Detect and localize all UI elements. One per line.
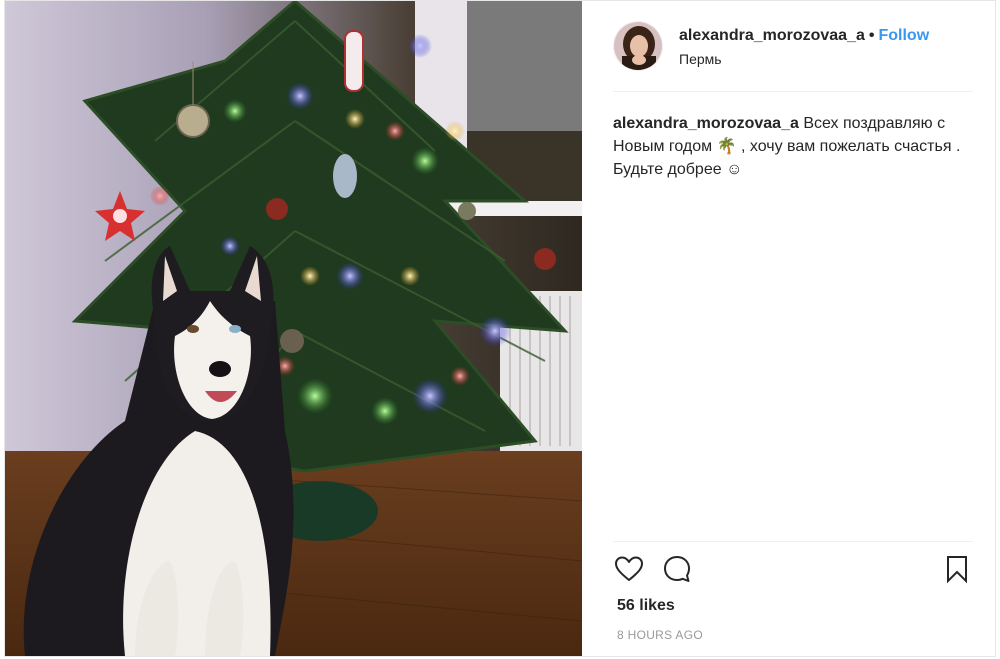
avatar[interactable] <box>613 21 663 71</box>
bookmark-icon[interactable] <box>941 553 973 585</box>
post-details-panel: alexandra_morozovaa_a • Follow Пермь alexa… <box>583 1 996 656</box>
author-username[interactable]: alexandra_morozovaa_a <box>679 27 865 44</box>
location-link[interactable]: Пермь <box>679 51 722 67</box>
post-header: alexandra_morozovaa_a • Follow Пермь <box>583 1 996 91</box>
actions-divider <box>613 541 973 542</box>
post-actions <box>613 553 973 587</box>
comment-icon[interactable] <box>661 553 693 585</box>
post-photo[interactable] <box>5 1 582 656</box>
header-divider <box>613 91 973 92</box>
author-line: alexandra_morozovaa_a • Follow <box>679 27 929 45</box>
post-caption: alexandra_morozovaa_a Всех поздравляю с … <box>613 112 973 181</box>
follow-button[interactable]: Follow <box>878 27 929 44</box>
likes-count[interactable]: 56 likes <box>617 597 675 615</box>
heart-icon[interactable] <box>613 553 645 585</box>
caption-username[interactable]: alexandra_morozovaa_a <box>613 115 799 132</box>
instagram-post: alexandra_morozovaa_a • Follow Пермь alexa… <box>4 0 996 657</box>
separator-dot: • <box>868 27 875 44</box>
post-timestamp: 8 HOURS AGO <box>617 628 703 642</box>
husky-christmas-tree-image <box>5 1 582 656</box>
avatar-image <box>614 22 662 70</box>
